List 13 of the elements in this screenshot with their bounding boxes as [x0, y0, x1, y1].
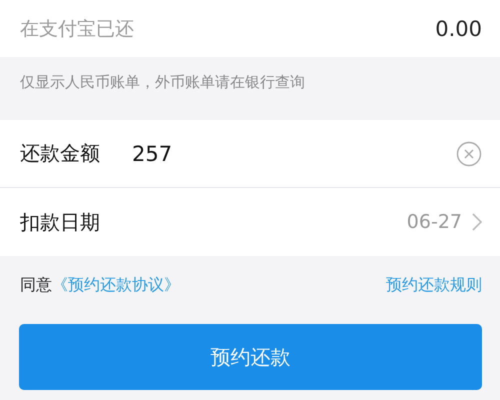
date-value[interactable]: 06-27: [406, 211, 462, 233]
agree-text: 同意: [20, 274, 52, 296]
paid-amount: 0.00: [435, 16, 482, 40]
notice-text: 仅显示人民币账单，外币账单请在银行查询: [19, 72, 306, 93]
paid-label: 在支付宝已还: [20, 16, 134, 42]
date-label: 扣款日期: [20, 208, 101, 236]
submit-button[interactable]: 预约还款: [19, 324, 482, 390]
agreement-link[interactable]: 《预约还款协议》: [52, 274, 180, 296]
amount-label: 还款金额: [20, 140, 101, 167]
amount-input[interactable]: 257: [132, 142, 456, 166]
rules-link[interactable]: 预约还款规则: [386, 274, 482, 296]
chevron-right-icon[interactable]: [472, 213, 482, 231]
clear-icon[interactable]: [456, 140, 482, 166]
